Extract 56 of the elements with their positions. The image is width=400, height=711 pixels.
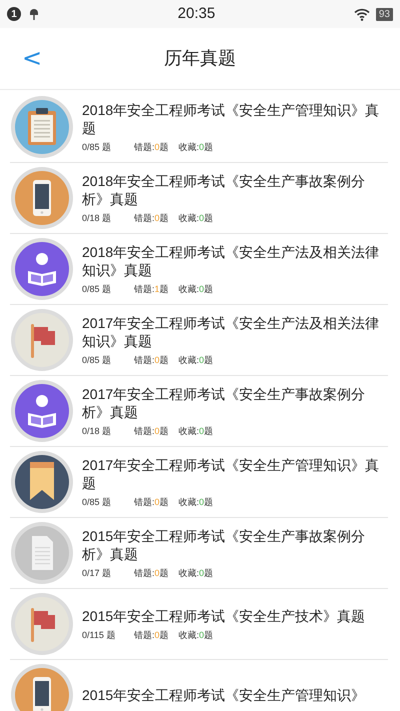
exam-title: 2017年安全工程师考试《安全生产法及相关法律知识》真题 xyxy=(82,314,380,350)
favorite-count: 收藏:0题 xyxy=(178,567,214,579)
wrong-count: 错题:0题 xyxy=(134,354,169,366)
notification-badge: 1 xyxy=(7,7,21,21)
progress-count: 0/85 题 xyxy=(82,496,112,508)
exam-list-item[interactable]: 2017年安全工程师考试《安全生产法及相关法律知识》真题 0/85 题 错题:0题 收藏:0题 xyxy=(10,305,388,376)
wrong-count: 错题:0题 xyxy=(134,212,169,224)
status-time: 20:35 xyxy=(178,4,216,24)
exam-title: 2017年安全工程师考试《安全生产管理知识》真题 xyxy=(82,456,380,492)
reader-icon xyxy=(10,237,74,301)
progress-count: 0/85 题 xyxy=(82,354,112,366)
exam-list-item[interactable]: 2017年安全工程师考试《安全生产管理知识》真题 0/85 题 错题:0题 收藏:0题 xyxy=(10,447,388,518)
exam-list-item[interactable]: 2017年安全工程师考试《安全生产事故案例分析》真题 0/18 题 错题:0题 收藏:0题 xyxy=(10,376,388,447)
bookmark-icon xyxy=(10,450,74,514)
favorite-count: 收藏:0题 xyxy=(178,496,214,508)
battery-indicator: 93 xyxy=(376,8,393,20)
document-icon xyxy=(10,521,74,585)
wrong-count: 错题:0题 xyxy=(134,567,169,579)
exam-title: 2017年安全工程师考试《安全生产事故案例分析》真题 xyxy=(82,385,366,421)
progress-count: 0/85 题 xyxy=(82,141,112,153)
favorite-count: 收藏:0题 xyxy=(178,354,214,366)
exam-title: 2015年安全工程师考试《安全生产事故案例分析》真题 xyxy=(82,527,366,563)
exam-list-item[interactable]: 2018年安全工程师考试《安全生产管理知识》真题 0/85 题 错题:0题 收藏:0题 xyxy=(10,92,388,163)
favorite-count: 收藏:0题 xyxy=(178,425,214,437)
reader-icon xyxy=(10,379,74,443)
wrong-count: 错题:1题 xyxy=(134,283,169,295)
progress-count: 0/115 题 xyxy=(82,629,116,641)
exam-list-item[interactable]: 2018年安全工程师考试《安全生产法及相关法律知识》真题 0/85 题 错题:1题 收藏:0题 xyxy=(10,234,388,305)
wrong-count: 错题:0题 xyxy=(134,496,169,508)
exam-list-item[interactable]: 2015年安全工程师考试《安全生产管理知识》 xyxy=(10,660,388,711)
phone-icon xyxy=(10,663,74,711)
page-title: 历年真题 xyxy=(164,47,236,70)
progress-count: 0/17 题 xyxy=(82,567,112,579)
wrong-count: 错题:0题 xyxy=(134,629,169,641)
progress-count: 0/18 题 xyxy=(82,425,112,437)
favorite-count: 收藏:0题 xyxy=(178,283,214,295)
progress-count: 0/18 题 xyxy=(82,212,112,224)
exam-list-item[interactable]: 2015年安全工程师考试《安全生产技术》真题 0/115 题 错题:0题 收藏:0题 xyxy=(10,589,388,660)
clipboard-icon xyxy=(10,95,74,159)
flag-icon xyxy=(10,592,74,656)
exam-title: 2018年安全工程师考试《安全生产管理知识》真题 xyxy=(82,101,380,137)
wrong-count: 错题:0题 xyxy=(134,141,169,153)
progress-count: 0/85 题 xyxy=(82,283,112,295)
wrong-count: 错题:0题 xyxy=(134,425,169,437)
exam-list-item[interactable]: 2018年安全工程师考试《安全生产事故案例分析》真题 0/18 题 错题:0题 收藏:0题 xyxy=(10,163,388,234)
exam-list-item[interactable]: 2015年安全工程师考试《安全生产事故案例分析》真题 0/17 题 错题:0题 收藏:0题 xyxy=(10,518,388,589)
phone-icon xyxy=(10,166,74,230)
favorite-count: 收藏:0题 xyxy=(178,141,214,153)
favorite-count: 收藏:0题 xyxy=(178,629,214,641)
wifi-icon xyxy=(354,8,370,20)
favorite-count: 收藏:0题 xyxy=(178,212,214,224)
exam-title: 2015年安全工程师考试《安全生产管理知识》 xyxy=(82,686,366,704)
exam-title: 2015年安全工程师考试《安全生产技术》真题 xyxy=(82,607,366,625)
exam-title: 2018年安全工程师考试《安全生产法及相关法律知识》真题 xyxy=(82,243,380,279)
exam-title: 2018年安全工程师考试《安全生产事故案例分析》真题 xyxy=(82,172,366,208)
flag-icon xyxy=(10,308,74,372)
